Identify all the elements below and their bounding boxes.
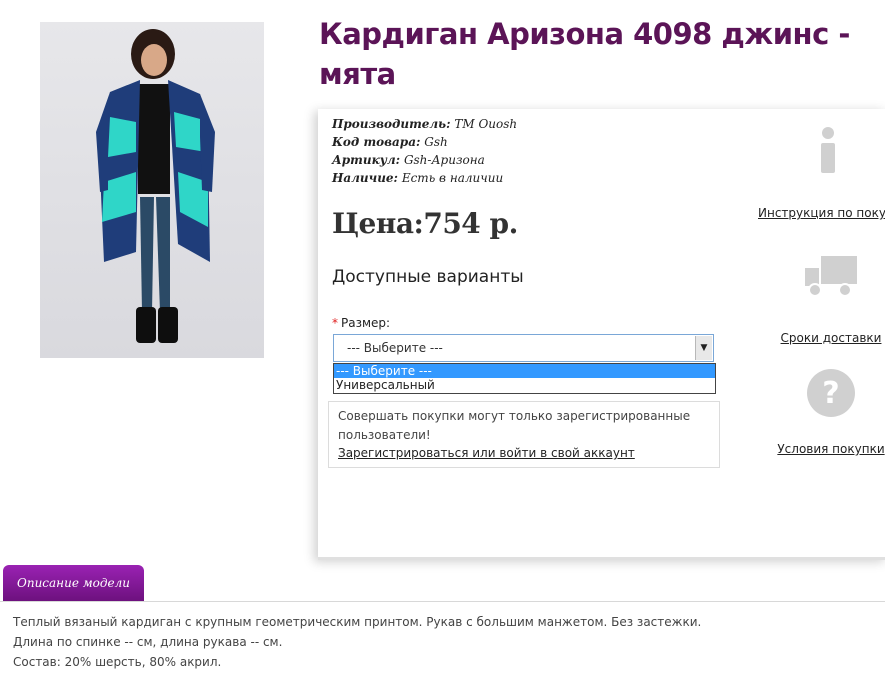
description-line: Длина по спинке -- см, длина рукава -- с… [13,635,283,649]
truck-icon [805,256,857,297]
meta-article: Артикул: Gsh-Аризона [332,153,485,167]
size-options-list[interactable]: --- Выберите --- Универсальный [333,363,716,394]
product-description: Теплый вязаный кардиган с крупным геомет… [13,612,701,672]
meta-manufacturer: Производитель: ТМ Ouosh [332,117,518,131]
terms-block[interactable]: ? Условия покупки [761,367,885,456]
chevron-down-icon[interactable]: ▼ [695,336,712,360]
meta-stock: Наличие: Есть в наличии [332,171,504,185]
description-line: Теплый вязаный кардиган с крупным геомет… [13,615,702,629]
delivery-link[interactable]: Сроки доставки [761,331,885,345]
question-icon: ? [807,369,855,417]
meta-code: Код товара: Gsh [332,135,448,149]
product-title: Кардиган Аризона 4098 джинс - мята [319,17,850,91]
info-icon [821,127,835,173]
delivery-block[interactable]: Сроки доставки [761,252,885,345]
tab-description[interactable]: Описание модели [3,565,144,601]
size-option[interactable]: --- Выберите --- [334,364,715,378]
model-photo [96,29,215,343]
instructions-block[interactable]: Инструкция по покупке [758,127,885,220]
terms-link[interactable]: Условия покупки [761,442,885,456]
product-price: Цена:754 р. [332,207,518,240]
login-link[interactable]: Зарегистрироваться или войти в свой акка… [338,444,710,463]
product-image[interactable] [40,22,264,358]
variants-heading: Доступные варианты [332,267,524,287]
size-option[interactable]: Универсальный [334,378,715,392]
login-notice: Совершать покупки могут только зарегистр… [328,401,720,468]
product-info-panel: Производитель: ТМ Ouosh Код товара: Gsh … [318,109,885,560]
size-select-value: --- Выберите --- [347,341,443,355]
svg-text:?: ? [822,376,839,411]
notice-text: Совершать покупки могут только зарегистр… [338,409,691,442]
required-mark: * [332,316,338,330]
description-line: Состав: 20% шерсть, 80% акрил. [13,655,222,669]
size-label: * Размер: [332,316,391,330]
product-meta: Производитель: ТМ Ouosh Код товара: Gsh … [332,115,517,187]
tab-divider [0,601,885,602]
instructions-link[interactable]: Инструкция по покупке [758,206,885,220]
size-select[interactable]: --- Выберите --- ▼ [333,334,714,362]
